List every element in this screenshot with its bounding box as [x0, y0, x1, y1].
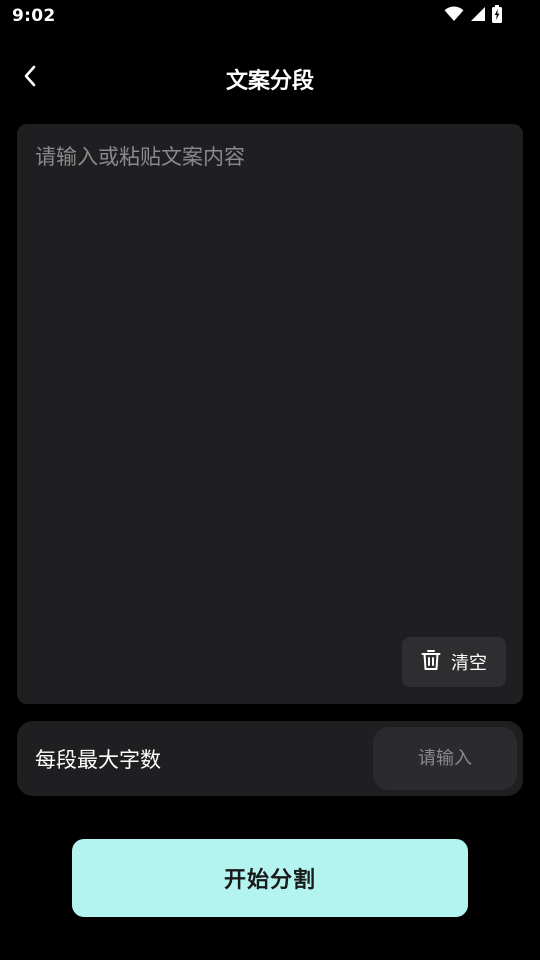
content-textarea[interactable]: [35, 142, 505, 622]
max-chars-input-wrap: [373, 727, 517, 790]
battery-charging-icon: [492, 5, 502, 27]
status-icons: [444, 5, 502, 27]
header: 文案分段: [0, 50, 540, 106]
max-chars-input[interactable]: [373, 727, 517, 790]
page-title: 文案分段: [225, 69, 314, 94]
clear-label: 清空: [451, 653, 487, 674]
trash-icon: [421, 649, 441, 675]
status-time: 9:02: [12, 6, 56, 26]
wifi-icon: [444, 6, 464, 26]
max-chars-row: 每段最大字数: [17, 721, 523, 796]
start-split-button[interactable]: 开始分割: [72, 839, 468, 917]
cellular-signal-icon: [470, 6, 486, 26]
start-split-label: 开始分割: [223, 868, 316, 893]
clear-button[interactable]: 清空: [402, 637, 506, 687]
status-bar: 9:02: [0, 0, 540, 34]
max-chars-label: 每段最大字数: [35, 748, 161, 772]
text-input-card: 清空: [17, 124, 523, 704]
